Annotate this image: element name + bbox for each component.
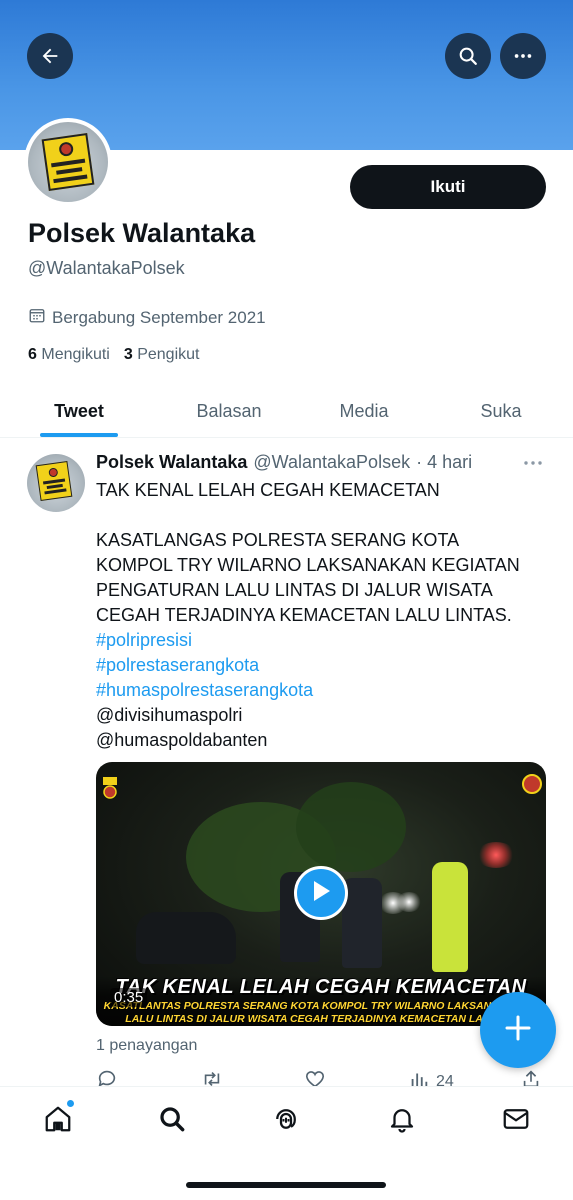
following-link[interactable]: 6 Mengikuti <box>28 346 110 364</box>
back-button[interactable] <box>27 33 73 79</box>
analytics-button[interactable]: 24 <box>408 1068 454 1088</box>
retweet-icon <box>200 1068 224 1088</box>
profile-handle: @WalantakaPolsek <box>28 258 185 278</box>
play-icon <box>310 879 332 908</box>
video-scene-car <box>136 912 236 964</box>
joined-date: Bergabung September 2021 <box>28 306 266 329</box>
search-icon <box>157 1104 187 1139</box>
hashtag-link[interactable]: #polripresisi <box>96 628 556 653</box>
tweet-line: KOMPOL TRY WILARNO LAKSANAKAN KEGIATAN <box>96 555 520 575</box>
video-caption-line: LALU LINTAS DI JALUR WISATA CEGAH TERJAD… <box>125 1013 517 1025</box>
tweet-more-button[interactable] <box>521 455 545 471</box>
tweet-line: TAK KENAL LELAH CEGAH KEMACETAN <box>96 480 440 500</box>
more-button[interactable] <box>500 33 546 79</box>
share-icon <box>520 1068 542 1088</box>
video-watermark-logo <box>102 776 118 800</box>
video-scene-tree <box>296 782 406 872</box>
tweet-author-avatar[interactable] <box>27 454 85 512</box>
mention-link[interactable]: @humaspoldabanten <box>96 728 556 753</box>
tab-tweet[interactable]: Tweet <box>20 384 138 438</box>
hashtag-link[interactable]: #polrestaserangkota <box>96 653 556 678</box>
tweet-author-handle[interactable]: @WalantakaPolsek <box>253 452 410 473</box>
reply-button[interactable] <box>96 1068 118 1088</box>
share-button[interactable] <box>520 1068 542 1088</box>
notifications-icon <box>387 1104 417 1139</box>
nav-search[interactable] <box>152 1101 192 1141</box>
messages-icon <box>501 1104 531 1139</box>
tweet-time[interactable]: · 4 hari <box>416 452 472 473</box>
mention-link[interactable]: @divisihumaspolri <box>96 703 556 728</box>
avatar-image <box>28 122 108 202</box>
followers-link[interactable]: 3 Pengikut <box>124 346 200 364</box>
plus-icon <box>504 1014 532 1047</box>
video-duration: 0:35 <box>110 988 148 1007</box>
reply-icon <box>96 1068 118 1088</box>
nav-notifications[interactable] <box>382 1101 422 1141</box>
follow-button[interactable]: Ikuti <box>350 165 546 209</box>
video-scene-light <box>396 892 422 912</box>
tab-balasan[interactable]: Balasan <box>168 384 290 438</box>
view-count: 1 penayangan <box>96 1037 198 1054</box>
compose-tweet-button[interactable] <box>480 992 556 1068</box>
more-horizontal-icon <box>512 45 534 67</box>
hashtag-link[interactable]: #humaspolrestaserangkota <box>96 678 556 703</box>
profile-tabs: Tweet Balasan Media Suka <box>0 384 573 438</box>
video-caption-title: TAK KENAL LELAH CEGAH KEMACETAN <box>115 976 527 998</box>
tweet-author-name[interactable]: Polsek Walantaka <box>96 452 247 473</box>
nav-spaces[interactable] <box>266 1101 306 1141</box>
video-scene-officer <box>432 862 468 972</box>
police-sign-graphic <box>41 133 95 191</box>
tab-suka[interactable]: Suka <box>455 384 547 438</box>
analytics-icon <box>408 1068 430 1088</box>
profile-avatar[interactable] <box>24 118 112 206</box>
nav-messages[interactable] <box>496 1101 536 1141</box>
tweet-video[interactable]: TAK KENAL LELAH CEGAH KEMACETAN KASATLAN… <box>96 762 546 1026</box>
search-icon <box>457 45 479 67</box>
retweet-button[interactable] <box>200 1068 224 1088</box>
tweet-header: Polsek Walantaka @WalantakaPolsek · 4 ha… <box>96 452 472 473</box>
arrow-left-icon <box>39 45 61 67</box>
play-button[interactable] <box>294 866 348 920</box>
calendar-icon <box>28 306 46 329</box>
video-scene-person <box>342 878 382 968</box>
home-indicator <box>186 1182 386 1188</box>
heart-icon <box>304 1068 326 1088</box>
new-posts-dot <box>66 1099 75 1108</box>
tweet-actions: 24 <box>96 1066 546 1088</box>
tab-indicator <box>40 433 118 437</box>
tweet-line: CEGAH TERJADINYA KEMACETAN LALU LINTAS. <box>96 605 512 625</box>
like-button[interactable] <box>304 1068 326 1088</box>
tweet-line: KASATLANGAS POLRESTA SERANG KOTA <box>96 530 460 550</box>
home-icon <box>43 1104 73 1139</box>
video-scene-light <box>476 842 516 868</box>
tab-media[interactable]: Media <box>308 384 420 438</box>
police-sign-graphic <box>35 460 73 502</box>
joined-text: Bergabung September 2021 <box>52 307 266 327</box>
search-button[interactable] <box>445 33 491 79</box>
tweet-text: TAK KENAL LELAH CEGAH KEMACETAN KASATLAN… <box>96 478 556 753</box>
profile-name: Polsek Walantaka <box>28 218 256 248</box>
follow-counts: 6 Mengikuti 3 Pengikut <box>28 346 199 364</box>
tweet-line: PENGATURAN LALU LINTAS DI JALUR WISATA <box>96 580 493 600</box>
police-emblem-icon <box>522 774 542 794</box>
more-horizontal-icon <box>521 458 545 475</box>
spaces-icon <box>271 1104 301 1139</box>
video-caption-line: KASATLANTAS POLRESTA SERANG KOTA KOMPOL … <box>103 1000 539 1012</box>
